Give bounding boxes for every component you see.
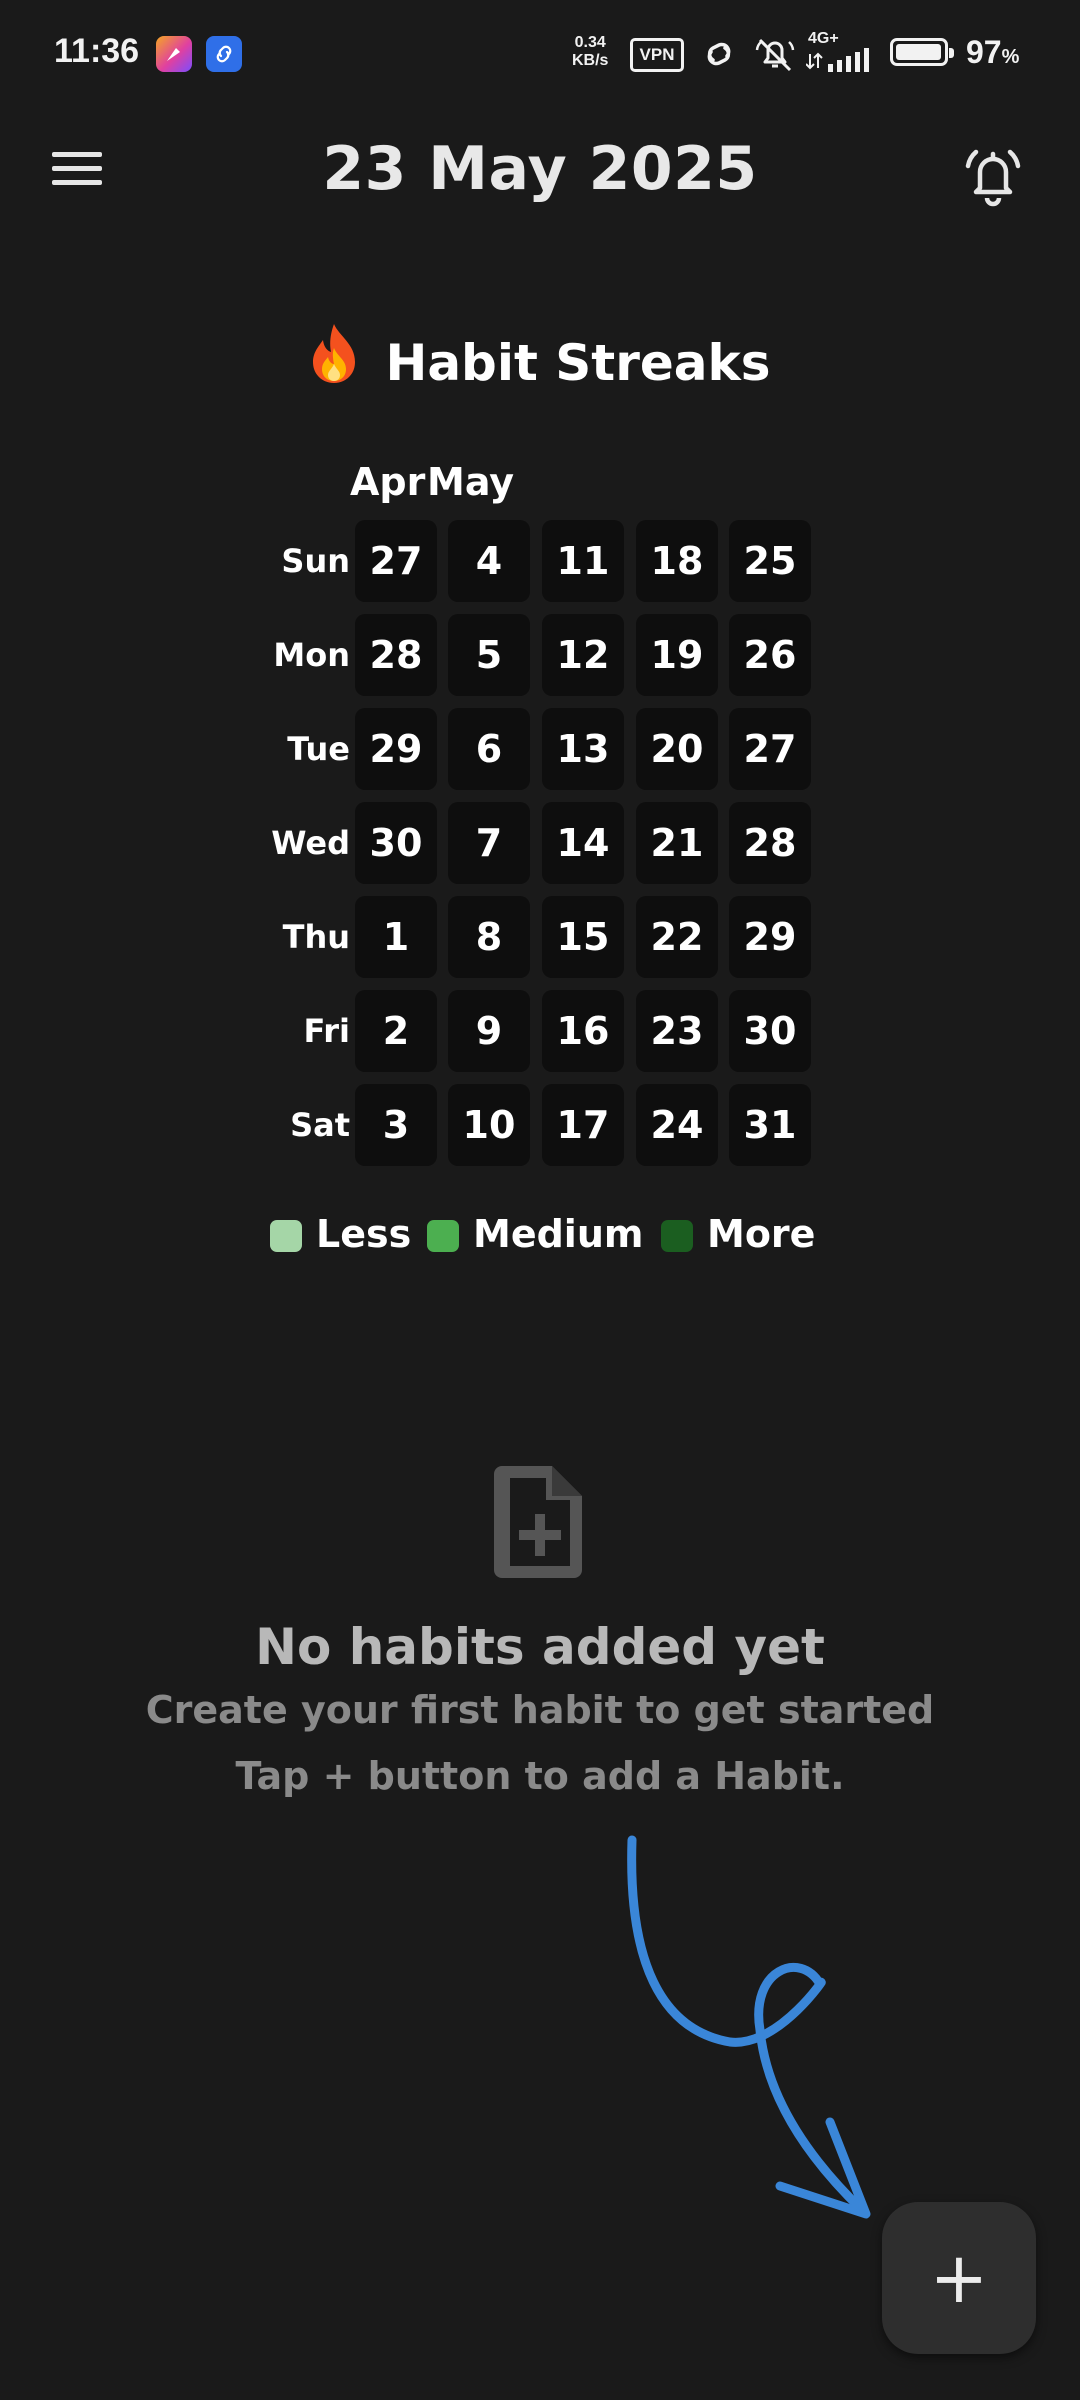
calendar-day-cell[interactable]: 19 [636, 614, 718, 696]
day-label: Fri [303, 1012, 350, 1050]
calendar-day-cell[interactable]: 20 [636, 708, 718, 790]
status-time: 11:36 [54, 32, 140, 70]
network-speed: 0.34 KB/s [572, 34, 608, 70]
reminders-button[interactable] [958, 140, 1028, 210]
calendar-day-cell[interactable]: 8 [448, 896, 530, 978]
calendar-day-cell[interactable]: 4 [448, 520, 530, 602]
fire-icon [313, 324, 356, 383]
calendar-day-cell[interactable]: 24 [636, 1084, 718, 1166]
calendar-day-cell[interactable]: 27 [729, 708, 811, 790]
add-habit-button[interactable]: + [882, 2202, 1036, 2354]
calendar-day-cell[interactable]: 28 [355, 614, 437, 696]
calendar-day-cell[interactable]: 16 [542, 990, 624, 1072]
calendar-day-cell[interactable]: 25 [729, 520, 811, 602]
streak-legend: Less Medium More [0, 1212, 1080, 1262]
network-speed-value: 0.34 [574, 34, 606, 51]
day-label: Mon [273, 636, 350, 674]
legend-label: Medium [473, 1212, 644, 1256]
plus-icon: + [929, 2237, 989, 2319]
vpn-badge: VPN [630, 38, 684, 72]
legend-label: Less [316, 1212, 412, 1256]
day-label: Tue [287, 730, 350, 768]
streaks-title: Habit Streaks [0, 322, 1080, 392]
app-notification-icon [156, 36, 192, 72]
calendar-day-cell[interactable]: 28 [729, 802, 811, 884]
calendar-day-cell[interactable]: 18 [636, 520, 718, 602]
legend-swatch [661, 1220, 693, 1252]
streaks-title-text: Habit Streaks [385, 334, 771, 392]
legend-label: More [707, 1212, 816, 1256]
cellular-signal-icon: 4G+ [806, 30, 882, 74]
link-app-notification-icon [206, 36, 242, 72]
calendar-day-cell[interactable]: 6 [448, 708, 530, 790]
day-label: Sun [281, 542, 350, 580]
hotspot-link-icon [707, 42, 731, 66]
add-document-icon [494, 1466, 582, 1578]
calendar-day-cell[interactable]: 22 [636, 896, 718, 978]
empty-state-title: No habits added yet [255, 1618, 825, 1676]
day-label: Thu [282, 918, 350, 956]
empty-state-subtitle: Create your first habit to get started [145, 1688, 935, 1732]
calendar-day-cell[interactable]: 1 [355, 896, 437, 978]
calendar-day-cell[interactable]: 3 [355, 1084, 437, 1166]
day-label: Sat [290, 1106, 350, 1144]
silent-bell-icon [755, 38, 795, 72]
calendar-day-cell[interactable]: 5 [448, 614, 530, 696]
calendar-day-cell[interactable]: 26 [729, 614, 811, 696]
calendar-day-cell[interactable]: 7 [448, 802, 530, 884]
calendar-day-cell[interactable]: 21 [636, 802, 718, 884]
alarm-bell-icon [965, 149, 1021, 207]
calendar-day-cell[interactable]: 29 [355, 708, 437, 790]
page-title: 23 May 2025 [322, 134, 758, 204]
calendar-day-cell[interactable]: 11 [542, 520, 624, 602]
network-speed-unit: KB/s [572, 52, 609, 69]
calendar-day-cell[interactable]: 2 [355, 990, 437, 1072]
calendar-day-cell[interactable]: 9 [448, 990, 530, 1072]
calendar-day-cell[interactable]: 17 [542, 1084, 624, 1166]
month-label: May [427, 460, 515, 504]
calendar-day-cell[interactable]: 10 [448, 1084, 530, 1166]
calendar-day-cell[interactable]: 29 [729, 896, 811, 978]
calendar-day-cell[interactable]: 31 [729, 1084, 811, 1166]
network-type-label: 4G+ [808, 30, 839, 47]
calendar-day-cell[interactable]: 27 [355, 520, 437, 602]
calendar-day-cell[interactable]: 12 [542, 614, 624, 696]
battery-percentage: 97% [966, 34, 1020, 70]
calendar-day-cell[interactable]: 15 [542, 896, 624, 978]
calendar-day-cell[interactable]: 30 [729, 990, 811, 1072]
empty-state-hint: Tap + button to add a Habit. [235, 1754, 845, 1798]
calendar-day-cell[interactable]: 13 [542, 708, 624, 790]
legend-swatch [427, 1220, 459, 1252]
status-bar: 11:36 0.34 KB/s VPN 4G+ 97% [0, 0, 1080, 100]
legend-swatch [270, 1220, 302, 1252]
calendar-day-cell[interactable]: 23 [636, 990, 718, 1072]
calendar-day-cell[interactable]: 30 [355, 802, 437, 884]
month-label: Apr [350, 460, 426, 504]
curly-arrow-icon [627, 1835, 871, 2219]
battery-icon [890, 38, 954, 66]
calendar-day-cell[interactable]: 14 [542, 802, 624, 884]
day-label: Wed [271, 824, 350, 862]
